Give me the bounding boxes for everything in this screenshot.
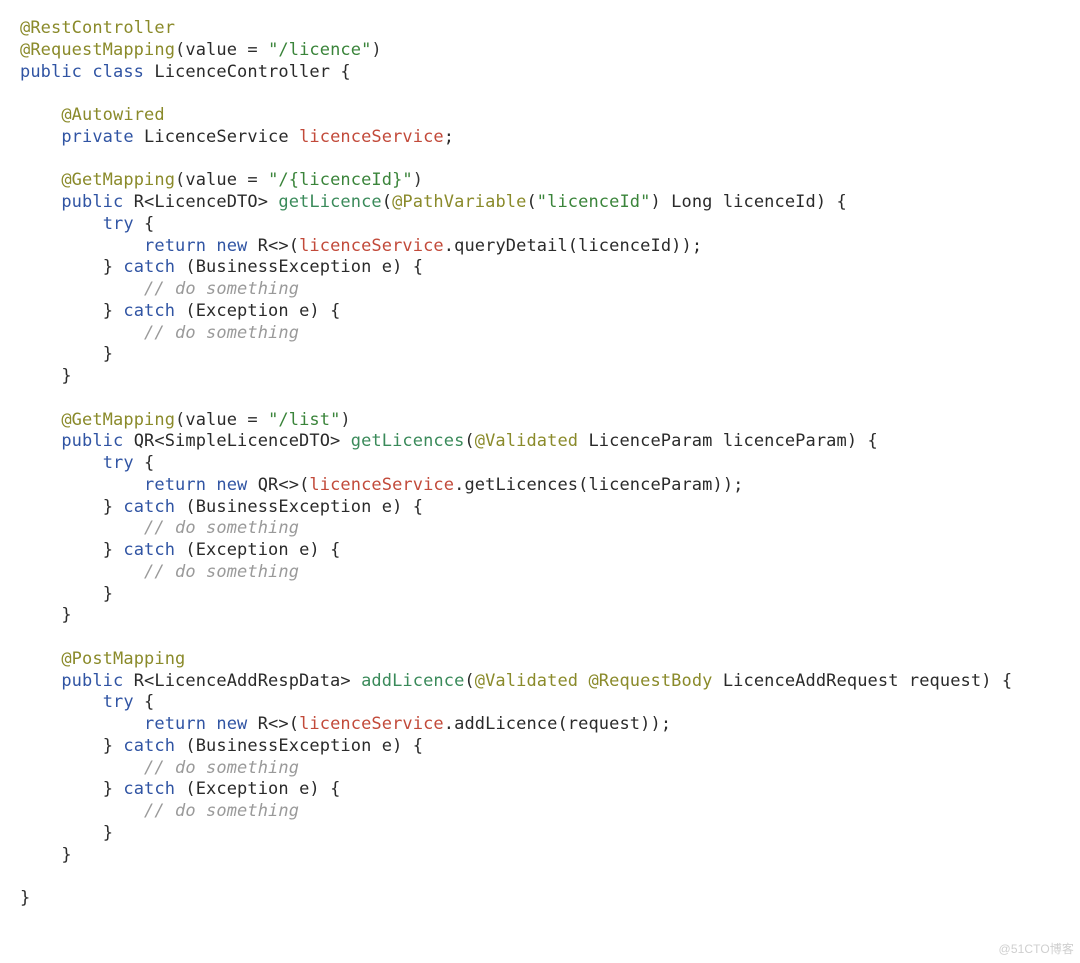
params: Long licenceId) {: [661, 192, 847, 212]
punct: (: [464, 431, 474, 451]
keyword: catch: [123, 779, 175, 799]
keyword: try: [103, 692, 134, 712]
method-name: getLicence: [278, 192, 381, 212]
string-literal: "/list": [268, 410, 340, 430]
params: LicenceAddRequest request) {: [713, 671, 1013, 691]
method-call: .addLicence(request));: [444, 714, 671, 734]
expr: R<>(: [247, 714, 299, 734]
punct: }: [103, 779, 124, 799]
punct: }: [103, 540, 124, 560]
keyword: try: [103, 453, 134, 473]
comment: // do something: [144, 758, 299, 778]
comment: // do something: [144, 518, 299, 538]
return-type: QR<SimpleLicenceDTO>: [123, 431, 350, 451]
annotation: @PostMapping: [61, 649, 185, 669]
watermark-text: @51CTO博客: [999, 942, 1074, 957]
return-type: R<LicenceDTO>: [123, 192, 278, 212]
punct: {: [134, 453, 155, 473]
keyword: try: [103, 214, 134, 234]
type: LicenceService: [134, 127, 299, 147]
comment: // do something: [144, 279, 299, 299]
keyword: return new: [144, 475, 247, 495]
punct: {: [134, 692, 155, 712]
catch-args: (Exception e) {: [175, 540, 340, 560]
annotation: @GetMapping: [61, 170, 175, 190]
punct: }: [61, 605, 71, 625]
keyword: catch: [123, 257, 175, 277]
punct: }: [103, 497, 124, 517]
comment: // do something: [144, 323, 299, 343]
catch-args: (Exception e) {: [175, 301, 340, 321]
method-name: getLicences: [351, 431, 465, 451]
keyword: catch: [123, 736, 175, 756]
annotation: @Autowired: [61, 105, 164, 125]
keyword: return new: [144, 714, 247, 734]
field-name: licenceService: [299, 236, 444, 256]
annotation: @Validated: [475, 431, 578, 451]
catch-args: (BusinessException e) {: [175, 257, 423, 277]
annotation-arg-key: value =: [185, 410, 268, 430]
catch-args: (BusinessException e) {: [175, 497, 423, 517]
annotation: @Validated: [475, 671, 578, 691]
annotation-arg-key: value =: [185, 40, 268, 60]
annotation-arg-key: value =: [185, 170, 268, 190]
code-block: @RestController @RequestMapping(value = …: [0, 0, 1080, 930]
punct: ;: [444, 127, 454, 147]
catch-args: (Exception e) {: [175, 779, 340, 799]
method-call: .getLicences(licenceParam));: [454, 475, 743, 495]
punct: }: [61, 845, 71, 865]
punct: }: [61, 366, 71, 386]
comment: // do something: [144, 562, 299, 582]
return-type: R<LicenceAddRespData>: [123, 671, 361, 691]
punct: }: [103, 257, 124, 277]
field-name: licenceService: [309, 475, 454, 495]
keyword: catch: [123, 497, 175, 517]
punct: }: [103, 301, 124, 321]
string-literal: "licenceId": [537, 192, 651, 212]
keyword: private: [61, 127, 133, 147]
field-name: licenceService: [299, 714, 444, 734]
annotation: @RestController: [20, 18, 175, 38]
punct: (: [382, 192, 392, 212]
method-call: .queryDetail(licenceId));: [444, 236, 702, 256]
punct: }: [103, 823, 113, 843]
comment: // do something: [144, 801, 299, 821]
punct: }: [103, 344, 113, 364]
keyword: catch: [123, 301, 175, 321]
keyword: public: [61, 671, 123, 691]
field-name: licenceService: [299, 127, 444, 147]
punct: ): [650, 192, 660, 212]
string-literal: "/{licenceId}": [268, 170, 413, 190]
keyword: catch: [123, 540, 175, 560]
punct: }: [103, 736, 124, 756]
catch-args: (BusinessException e) {: [175, 736, 423, 756]
punct: (: [464, 671, 474, 691]
annotation: @GetMapping: [61, 410, 175, 430]
expr: QR<>(: [247, 475, 309, 495]
annotation: @RequestBody: [588, 671, 712, 691]
keyword: public class: [20, 62, 144, 82]
annotation: @PathVariable: [392, 192, 526, 212]
class-name: LicenceController {: [144, 62, 351, 82]
punct: }: [103, 584, 113, 604]
string-literal: "/licence": [268, 40, 371, 60]
punct: }: [20, 888, 30, 908]
punct: {: [134, 214, 155, 234]
annotation: @RequestMapping: [20, 40, 175, 60]
keyword: public: [61, 192, 123, 212]
method-name: addLicence: [361, 671, 464, 691]
punct: (: [526, 192, 536, 212]
keyword: public: [61, 431, 123, 451]
keyword: return new: [144, 236, 247, 256]
params: LicenceParam licenceParam) {: [578, 431, 878, 451]
expr: R<>(: [247, 236, 299, 256]
